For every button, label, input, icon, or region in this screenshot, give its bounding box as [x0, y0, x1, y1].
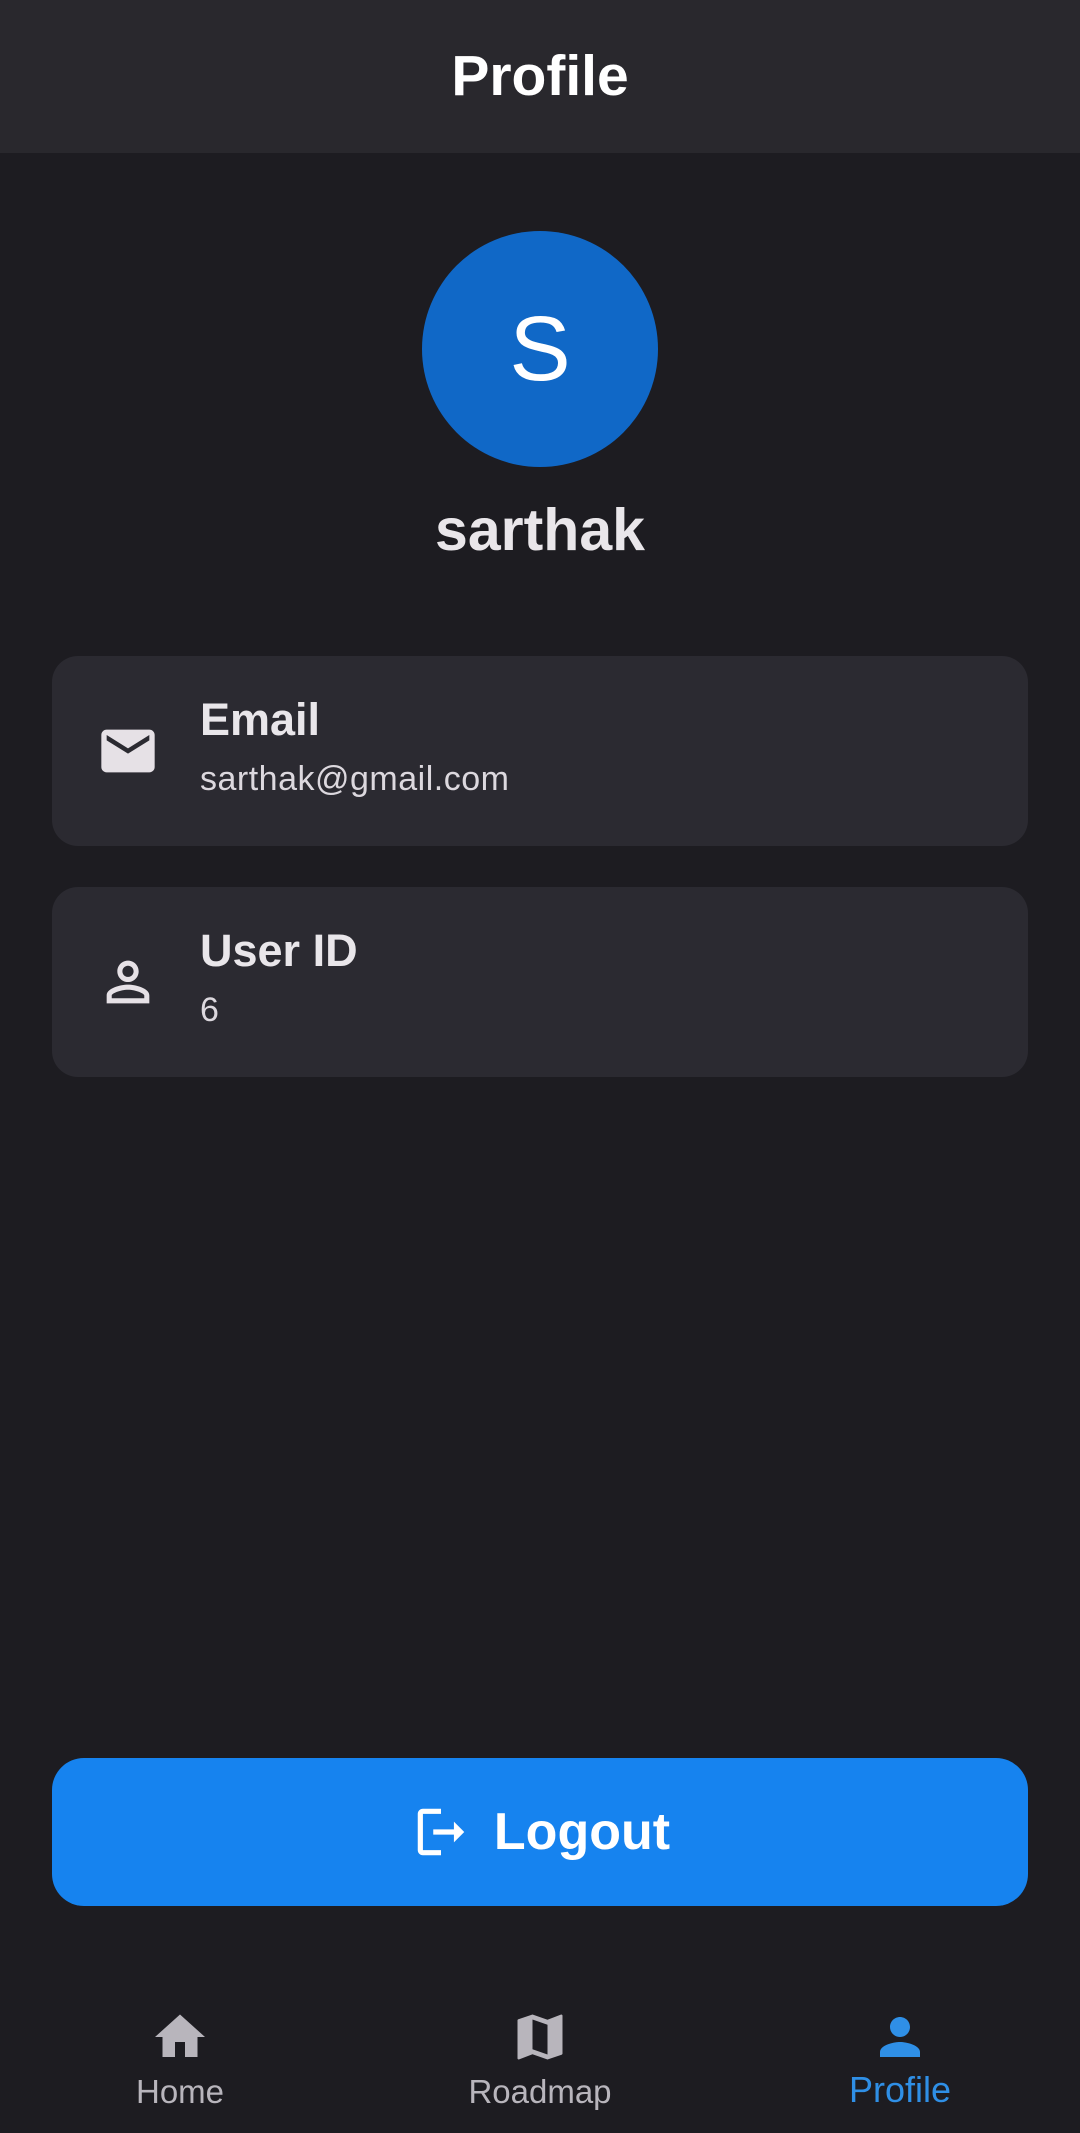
user-id-value: 6 — [200, 991, 220, 1029]
person-outline-icon — [96, 950, 160, 1014]
mail-icon — [96, 719, 160, 783]
avatar: S — [422, 231, 658, 467]
map-icon — [510, 2007, 570, 2067]
email-label: Email — [200, 694, 321, 745]
nav-item-home[interactable]: Home — [0, 1975, 360, 2133]
nav-label-roadmap: Roadmap — [468, 2073, 612, 2110]
username: sarthak — [435, 497, 645, 563]
app-bar: Profile — [0, 0, 1080, 153]
nav-label-home: Home — [135, 2073, 225, 2110]
avatar-initial: S — [509, 297, 571, 400]
nav-label-profile: Profile — [848, 2069, 952, 2110]
nav-item-profile[interactable]: Profile — [720, 1975, 1080, 2133]
bottom-navigation: Home Roadmap Profile — [0, 1975, 1080, 2133]
logout-icon — [410, 1801, 472, 1863]
page-title: Profile — [451, 43, 629, 108]
person-icon — [870, 2007, 930, 2067]
home-icon — [150, 2007, 210, 2067]
nav-item-roadmap[interactable]: Roadmap — [360, 1975, 720, 2133]
logout-label: Logout — [493, 1803, 671, 1861]
email-card: Email sarthak@gmail.com — [52, 656, 1028, 846]
user-id-label: User ID — [200, 925, 358, 976]
logout-button[interactable]: Logout — [52, 1758, 1028, 1906]
email-value: sarthak@gmail.com — [200, 760, 510, 798]
user-id-card: User ID 6 — [52, 887, 1028, 1077]
